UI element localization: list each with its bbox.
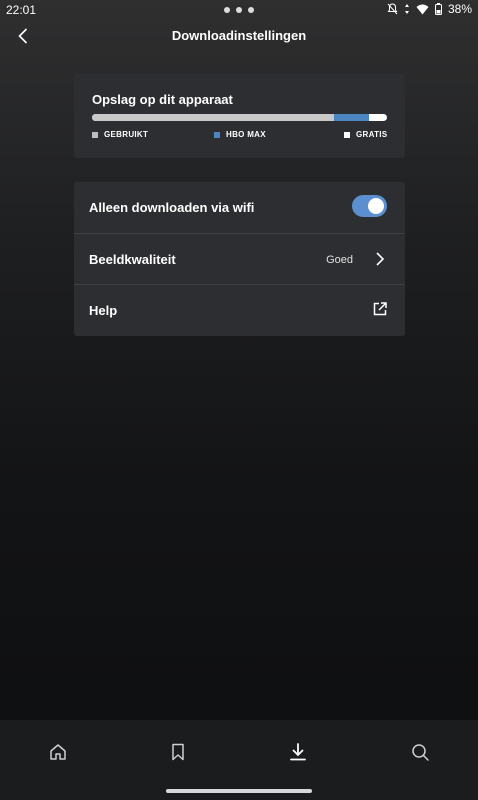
help-row[interactable]: Help xyxy=(74,285,405,336)
home-indicator[interactable] xyxy=(166,789,312,793)
storage-bar xyxy=(92,114,387,121)
notifications-off-icon xyxy=(387,3,398,15)
home-icon[interactable] xyxy=(48,742,68,762)
storage-used-segment xyxy=(92,114,334,121)
bottom-navigation xyxy=(0,720,478,800)
wifi-icon xyxy=(416,4,429,14)
status-bar: 22:01 38% xyxy=(0,0,478,20)
wifi-only-toggle[interactable] xyxy=(352,195,387,217)
image-quality-row[interactable]: Beeldkwaliteit Goed xyxy=(74,234,405,285)
legend-hbo-swatch xyxy=(214,131,220,138)
image-quality-value: Goed xyxy=(326,254,353,266)
status-icons: 38% xyxy=(387,2,472,16)
battery-level: 38% xyxy=(447,2,472,16)
more-dots-icon xyxy=(224,7,254,13)
chevron-right-icon xyxy=(376,252,385,266)
page-title: Downloadinstellingen xyxy=(171,28,307,43)
legend-used-label: GEBRUIKT xyxy=(104,130,149,139)
bookmark-icon[interactable] xyxy=(168,742,188,762)
legend-free: GRATIS xyxy=(344,130,387,139)
legend-free-label: GRATIS xyxy=(356,130,388,139)
storage-hbo-segment xyxy=(333,114,370,121)
legend-hbo: HBO MAX xyxy=(214,130,266,139)
search-icon[interactable] xyxy=(410,742,430,762)
settings-card: Alleen downloaden via wifi Beeldkwalitei… xyxy=(74,182,405,336)
data-arrows-icon xyxy=(404,4,409,14)
battery-icon xyxy=(434,3,442,15)
legend-free-swatch xyxy=(344,131,350,138)
status-time: 22:01 xyxy=(6,3,37,17)
legend-hbo-label: HBO MAX xyxy=(226,130,266,139)
help-label: Help xyxy=(89,303,118,318)
legend-used-swatch xyxy=(92,131,98,138)
toggle-knob xyxy=(368,198,384,214)
storage-title: Opslag op dit apparaat xyxy=(92,92,233,107)
legend-used: GEBRUIKT xyxy=(92,130,148,139)
page-header: Downloadinstellingen xyxy=(0,22,478,50)
wifi-only-label: Alleen downloaden via wifi xyxy=(89,200,255,215)
external-link-icon xyxy=(373,302,387,316)
image-quality-label: Beeldkwaliteit xyxy=(89,252,176,267)
wifi-only-row[interactable]: Alleen downloaden via wifi xyxy=(74,182,405,233)
download-icon[interactable] xyxy=(288,742,308,762)
storage-card: Opslag op dit apparaat GEBRUIKT HBO MAX … xyxy=(74,74,405,158)
